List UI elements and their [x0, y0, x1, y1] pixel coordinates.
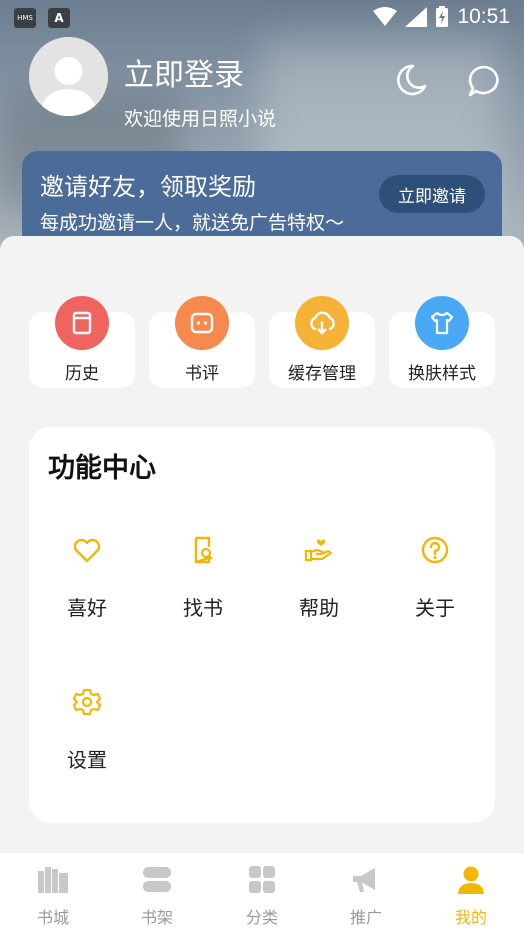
comment-box-icon — [175, 296, 229, 350]
heart-icon — [73, 538, 101, 563]
about-item[interactable]: 关于 — [395, 534, 475, 621]
message-button[interactable] — [465, 62, 503, 100]
cache-label: 缓存管理 — [288, 364, 356, 384]
nav-category[interactable]: 分类 — [227, 865, 297, 928]
skin-card[interactable]: 换肤样式 — [389, 296, 495, 388]
person-icon — [458, 866, 484, 894]
cloud-download-icon — [295, 296, 349, 350]
nav-mine-label: 我的 — [454, 908, 487, 927]
status-time: 10:51 — [457, 5, 510, 28]
find-book-item[interactable]: 找书 — [163, 534, 243, 621]
invite-subtitle: 每成功邀请一人，就送免广告特权～ — [40, 212, 345, 234]
nav-bookstore[interactable]: 书城 — [18, 865, 88, 928]
battery-charging-icon — [436, 6, 449, 27]
nav-promotion[interactable]: 推广 — [331, 865, 401, 928]
login-title[interactable]: 立即登录 — [124, 50, 244, 94]
chat-bubble-icon — [468, 65, 499, 97]
avatar[interactable] — [29, 37, 108, 116]
tshirt-icon — [415, 296, 469, 350]
helping-hand-icon — [304, 539, 333, 562]
status-bar: HMS A 10:51 — [0, 0, 524, 36]
book-icon — [55, 296, 109, 350]
function-center-card: 功能中心 喜好 找书 帮助 关于 设置 — [29, 427, 495, 823]
welcome-text: 欢迎使用日照小说 — [124, 108, 277, 130]
review-label: 书评 — [185, 364, 219, 384]
nav-category-label: 分类 — [245, 908, 278, 927]
find-book-icon — [194, 536, 213, 564]
help-item[interactable]: 帮助 — [279, 534, 359, 621]
favorites-label: 喜好 — [67, 596, 107, 620]
nav-bookshelf[interactable]: 书架 — [122, 865, 192, 928]
signal-icon — [405, 7, 428, 27]
history-card[interactable]: 历史 — [29, 296, 135, 388]
night-mode-button[interactable] — [393, 62, 429, 98]
cache-card[interactable]: 缓存管理 — [269, 296, 375, 388]
bookshelf-icon — [143, 867, 171, 892]
wifi-icon — [373, 7, 398, 26]
settings-label: 设置 — [67, 748, 107, 772]
help-label: 帮助 — [299, 596, 339, 620]
settings-item[interactable]: 设置 — [47, 686, 127, 773]
bookstore-icon — [38, 867, 68, 893]
invite-now-button[interactable]: 立即邀请 — [379, 175, 485, 213]
review-card[interactable]: 书评 — [149, 296, 255, 388]
invite-title: 邀请好友，领取奖励 — [40, 173, 256, 201]
about-label: 关于 — [415, 596, 455, 620]
nav-mine[interactable]: 我的 — [436, 865, 506, 928]
history-label: 历史 — [65, 364, 99, 384]
app-notification-icon: A — [48, 8, 70, 28]
nav-bookstore-label: 书城 — [36, 908, 69, 927]
moon-icon — [397, 64, 427, 96]
favorites-item[interactable]: 喜好 — [47, 534, 127, 621]
nav-bookshelf-label: 书架 — [140, 908, 173, 927]
hms-notification-icon: HMS — [14, 8, 36, 28]
category-grid-icon — [249, 866, 275, 893]
skin-label: 换肤样式 — [408, 364, 476, 384]
question-circle-icon — [421, 536, 449, 564]
gear-icon — [72, 688, 102, 716]
bottom-navigation: 书城 书架 分类 推广 我的 — [0, 852, 524, 932]
megaphone-icon — [353, 868, 375, 892]
default-avatar-icon — [29, 37, 108, 116]
function-center-title: 功能中心 — [48, 453, 156, 484]
find-book-label: 找书 — [183, 596, 223, 620]
nav-promotion-label: 推广 — [349, 908, 382, 927]
